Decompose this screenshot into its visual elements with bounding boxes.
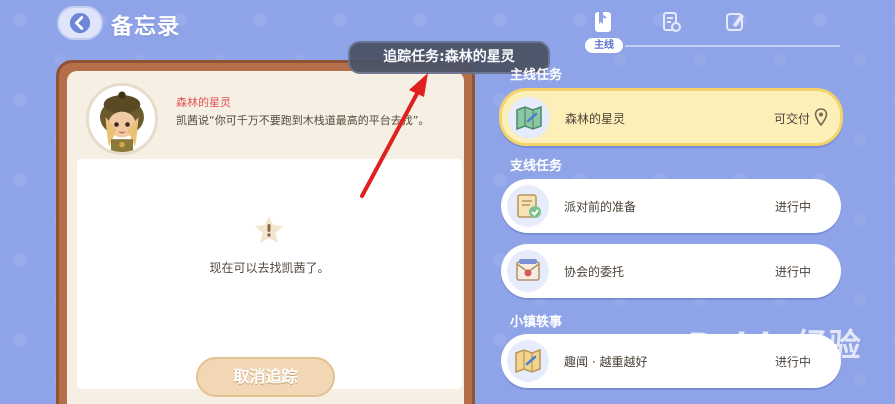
quest-card-icon	[507, 185, 549, 227]
letter-icon	[516, 259, 540, 281]
quest-detail-inner: 森林的星灵 凯茜说“你可千万不要跑到木栈道最高的平台去找”。 现在可以去找凯茜了…	[67, 71, 464, 404]
quest-hint-text: 现在可以去找凯茜了。	[209, 261, 330, 275]
tab-underline	[625, 45, 840, 47]
watermark-url: jingyan.baidu.com	[690, 362, 827, 377]
section-town-stories: 小镇轶事	[510, 315, 563, 330]
quest-title: 森林的星灵	[176, 96, 231, 109]
tab-main-label: 主线	[585, 38, 623, 53]
back-button[interactable]	[57, 6, 103, 40]
tab-notes[interactable]	[720, 8, 750, 36]
quest-book-icon	[595, 12, 611, 32]
watermark-logo: Baidu经验	[688, 326, 862, 364]
section-main-quests: 主线任务	[510, 68, 563, 83]
quest-card-status: 进行中	[774, 265, 811, 279]
cancel-tracking-button[interactable]: 取消追踪	[196, 357, 335, 397]
quest-card-name: 趣闻 · 越重越好	[564, 355, 648, 369]
map-icon	[515, 348, 541, 374]
tab-main-quest[interactable]	[588, 8, 618, 36]
checklist-icon	[517, 194, 541, 218]
page-title: 备忘录	[111, 15, 181, 40]
npc-portrait-icon	[89, 86, 155, 152]
quest-card-icon	[507, 340, 549, 382]
quest-hint-box: 现在可以去找凯茜了。	[77, 159, 462, 389]
section-side-quests: 支线任务	[510, 159, 563, 174]
quest-card-status: 可交付	[773, 112, 810, 126]
quest-card-icon	[507, 250, 549, 292]
chevron-left-icon	[69, 12, 91, 34]
quest-card-status: 进行中	[774, 200, 811, 214]
map-icon	[516, 105, 542, 131]
notebook-pen-icon	[726, 13, 744, 31]
quest-card-icon	[508, 97, 550, 139]
quest-detail-panel: 森林的星灵 凯茜说“你可千万不要跑到木栈道最高的平台去找”。 现在可以去找凯茜了…	[56, 60, 475, 404]
baidu-watermark: Baidu经验 jingyan.baidu.com	[688, 312, 888, 382]
quest-card-name: 派对前的准备	[564, 200, 637, 214]
quest-dialog: 凯茜说“你可千万不要跑到木栈道最高的平台去找”。	[176, 114, 430, 127]
quest-card-name: 协会的委托	[564, 265, 625, 279]
document-clock-icon	[663, 12, 681, 32]
quest-card-side-1[interactable]: 派对前的准备 进行中	[501, 179, 841, 233]
tab-documents[interactable]	[656, 8, 686, 36]
npc-avatar	[86, 83, 158, 155]
location-pin-icon	[814, 108, 828, 126]
quest-card-main[interactable]: 森林的星灵 可交付	[499, 88, 843, 146]
quest-card-name: 森林的星灵	[565, 112, 626, 126]
quest-card-side-2[interactable]: 协会的委托 进行中	[501, 244, 841, 298]
star-alert-icon	[255, 216, 283, 243]
